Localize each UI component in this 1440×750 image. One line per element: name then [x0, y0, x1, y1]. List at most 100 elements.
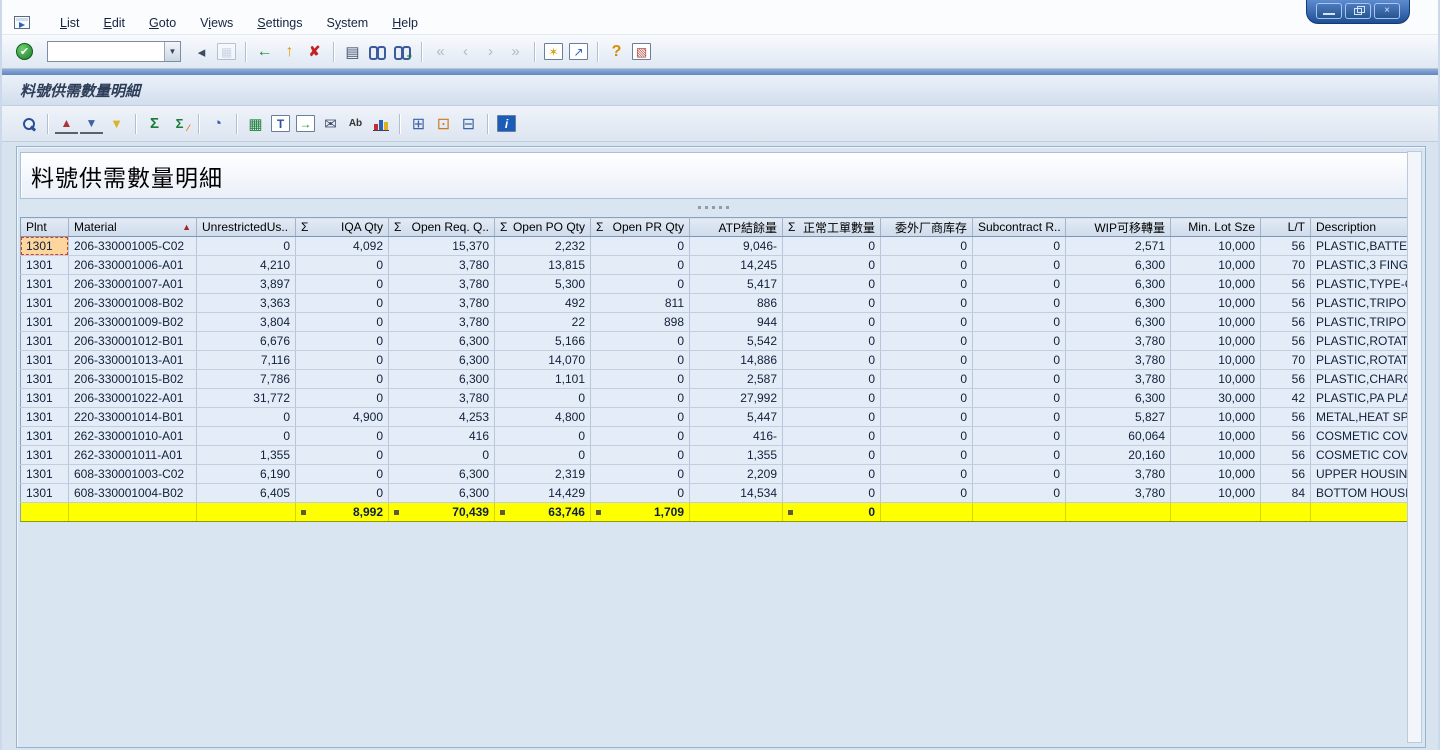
cell[interactable]: 10,000	[1171, 351, 1261, 370]
cell[interactable]: 56	[1261, 237, 1311, 256]
cell[interactable]: 0	[783, 446, 881, 465]
cell[interactable]: 0	[973, 427, 1066, 446]
cancel-icon[interactable]: ✘	[303, 41, 326, 62]
select-layout-icon[interactable]: ⊡	[432, 113, 455, 134]
cell[interactable]: 3,363	[197, 294, 296, 313]
cell[interactable]: 5,300	[495, 275, 591, 294]
cell[interactable]: 1301	[21, 465, 69, 484]
back-icon[interactable]: ←	[253, 41, 276, 62]
change-layout-icon[interactable]: ⊞	[407, 113, 430, 134]
cell[interactable]: 3,804	[197, 313, 296, 332]
hide-command-field-icon[interactable]: ◂	[190, 41, 213, 62]
cell[interactable]: 3,780	[1066, 332, 1171, 351]
cell[interactable]: 0	[783, 313, 881, 332]
cell[interactable]: 0	[296, 294, 389, 313]
column-header-10[interactable]: 委外厂商库存	[881, 218, 973, 237]
cell[interactable]: 56	[1261, 446, 1311, 465]
word-processing-icon[interactable]: T	[269, 113, 292, 134]
cell[interactable]: 2,587	[690, 370, 783, 389]
cell[interactable]: 4,253	[389, 408, 495, 427]
cell[interactable]: 1301	[21, 389, 69, 408]
cell[interactable]: 0	[973, 351, 1066, 370]
cell[interactable]: 6,300	[389, 351, 495, 370]
cell[interactable]: 206-330001007-A01	[69, 275, 197, 294]
cell[interactable]: 1301	[21, 408, 69, 427]
details-icon[interactable]	[17, 113, 40, 134]
cell[interactable]: 6,190	[197, 465, 296, 484]
cell[interactable]: 0	[973, 389, 1066, 408]
cell[interactable]: 0	[296, 275, 389, 294]
cell[interactable]: 416	[389, 427, 495, 446]
column-header-7[interactable]: ΣOpen PR Qty	[591, 218, 690, 237]
cell[interactable]: 6,300	[1066, 275, 1171, 294]
cell[interactable]: 0	[783, 332, 881, 351]
cell[interactable]: 0	[495, 389, 591, 408]
close-button[interactable]: ×	[1374, 3, 1400, 19]
cell[interactable]: 56	[1261, 370, 1311, 389]
cell[interactable]: PLASTIC,ROTATIN	[1311, 332, 1414, 351]
cell[interactable]: 1301	[21, 370, 69, 389]
cell[interactable]: 56	[1261, 465, 1311, 484]
cell[interactable]: PLASTIC,CHARGIN	[1311, 370, 1414, 389]
graphic-icon[interactable]	[369, 113, 392, 134]
cell[interactable]: 56	[1261, 275, 1311, 294]
cell[interactable]: 0	[591, 351, 690, 370]
cell[interactable]: 4,210	[197, 256, 296, 275]
save-layout-icon[interactable]: ⊟	[457, 113, 480, 134]
cell[interactable]: 0	[591, 446, 690, 465]
cell[interactable]: 206-330001012-B01	[69, 332, 197, 351]
cell[interactable]: 10,000	[1171, 465, 1261, 484]
cell[interactable]: 0	[783, 427, 881, 446]
cell[interactable]: 0	[973, 446, 1066, 465]
total-icon[interactable]: Σ	[143, 113, 166, 134]
cell[interactable]: 2,319	[495, 465, 591, 484]
cell[interactable]: 3,780	[389, 389, 495, 408]
cell[interactable]: 1301	[21, 256, 69, 275]
cell[interactable]: 14,534	[690, 484, 783, 503]
cell[interactable]: 206-330001006-A01	[69, 256, 197, 275]
help-icon[interactable]: ?	[605, 41, 628, 62]
cell[interactable]: 20,160	[1066, 446, 1171, 465]
cell[interactable]: 0	[296, 484, 389, 503]
cell[interactable]: 608-330001003-C02	[69, 465, 197, 484]
cell[interactable]: 6,300	[389, 484, 495, 503]
cell[interactable]: 0	[783, 275, 881, 294]
cell[interactable]: 0	[296, 427, 389, 446]
cell[interactable]: 0	[783, 294, 881, 313]
cell[interactable]: 0	[973, 237, 1066, 256]
cell[interactable]: 56	[1261, 313, 1311, 332]
cell[interactable]: 0	[881, 256, 973, 275]
cell[interactable]: 56	[1261, 427, 1311, 446]
cell[interactable]: 0	[881, 275, 973, 294]
column-header-4[interactable]: ΣIQA Qty	[296, 218, 389, 237]
find-next-icon[interactable]: +	[391, 41, 414, 62]
cell[interactable]: 0	[783, 256, 881, 275]
cell[interactable]: 5,542	[690, 332, 783, 351]
column-header-8[interactable]: ATP結餘量	[690, 218, 783, 237]
cell[interactable]: 1301	[21, 427, 69, 446]
cell[interactable]: 0	[881, 427, 973, 446]
cell[interactable]: 5,447	[690, 408, 783, 427]
cell[interactable]: 31,772	[197, 389, 296, 408]
cell[interactable]: 206-330001005-C02	[69, 237, 197, 256]
cell[interactable]: 84	[1261, 484, 1311, 503]
cell[interactable]: 10,000	[1171, 370, 1261, 389]
cell[interactable]: 27,992	[690, 389, 783, 408]
cell[interactable]: 3,780	[389, 256, 495, 275]
cell[interactable]: 0	[881, 408, 973, 427]
cell[interactable]: 0	[591, 389, 690, 408]
cell[interactable]: 0	[197, 408, 296, 427]
abc-analysis-icon[interactable]: Ab	[344, 113, 367, 134]
cell[interactable]: 56	[1261, 294, 1311, 313]
cell[interactable]: 6,300	[1066, 313, 1171, 332]
cell[interactable]: 1301	[21, 446, 69, 465]
cell[interactable]: 0	[591, 237, 690, 256]
cell[interactable]: PLASTIC,ROTATIN	[1311, 351, 1414, 370]
cell[interactable]: 6,300	[1066, 389, 1171, 408]
cell[interactable]: 3,780	[1066, 465, 1171, 484]
last-page-icon[interactable]: »	[504, 41, 527, 62]
cell[interactable]: 0	[783, 389, 881, 408]
create-shortcut-icon[interactable]: ↗	[567, 41, 590, 62]
cell[interactable]: 30,000	[1171, 389, 1261, 408]
cell[interactable]: 0	[881, 351, 973, 370]
